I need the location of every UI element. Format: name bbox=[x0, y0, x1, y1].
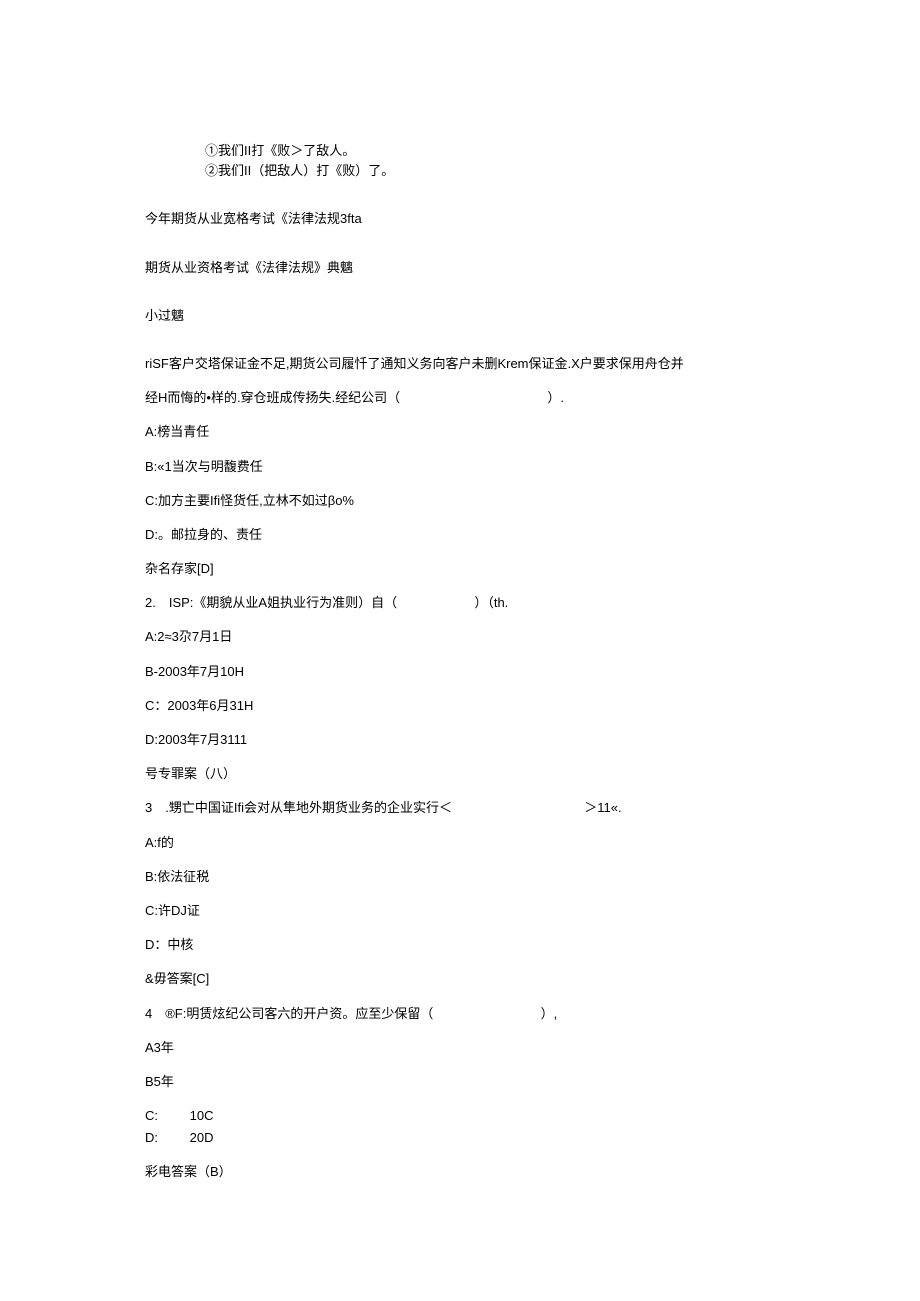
q3-stem: 3 .甥亡中国证Ifi会对从隼地外期货业务的企业实行＜ ＞11«. bbox=[145, 799, 775, 817]
intro-block: ①我们II打《败＞了敌人。 ②我们II（把敌人）打《败）了。 bbox=[205, 142, 775, 180]
q3-option-c: C:许DJ证 bbox=[145, 902, 775, 920]
q1-stem-line2: 经H而悔的•样的.穿仓班成传扬失.经纪公司（ ）. bbox=[145, 389, 775, 407]
title-1: 今年期货从业宽格考试《法律法规3fta bbox=[145, 210, 775, 228]
q1-option-c: C:加方主要Ifi怪货任,立林不如过βo% bbox=[145, 492, 775, 510]
q2-stem-a: 2. ISP:《期貌从业A姐执业行为准则）自（ bbox=[145, 595, 397, 610]
q4-stem-a: 4 ®F:明赁炫纪公司客六的开户资。应至少保留（ bbox=[145, 1006, 433, 1021]
q4-d-value: 20D bbox=[190, 1129, 214, 1147]
q1-stem-a: 经H而悔的•样的.穿仓班成传扬失.经纪公司（ bbox=[145, 390, 400, 405]
title-2: 期货从业资格考试《法律法规》典魑 bbox=[145, 259, 775, 277]
q1-option-d: D:。邮拉身的、责任 bbox=[145, 526, 775, 544]
q2-option-c: C：2003年6月31H bbox=[145, 697, 775, 715]
q3-option-b: B:依法征税 bbox=[145, 868, 775, 886]
q2-answer: 号专罪案（八） bbox=[145, 765, 775, 783]
q2-option-a: A:2≈3尕7月1日 bbox=[145, 628, 775, 646]
q2-stem: 2. ISP:《期貌从业A姐执业行为准则）自（ ）（th. bbox=[145, 594, 775, 612]
document-body: ①我们II打《败＞了敌人。 ②我们II（把敌人）打《败）了。 今年期货从业宽格考… bbox=[0, 0, 920, 1258]
q4-stem: 4 ®F:明赁炫纪公司客六的开户资。应至少保留（ ）, bbox=[145, 1005, 775, 1023]
intro-line-1: ①我们II打《败＞了敌人。 bbox=[205, 142, 775, 160]
q4-answer: 彩电答案（B） bbox=[145, 1163, 775, 1181]
q4-c-label: C: bbox=[145, 1107, 158, 1125]
q4-option-c: C: 10C bbox=[145, 1107, 775, 1125]
q4-option-d: D: 20D bbox=[145, 1129, 775, 1147]
q1-stem-b: ）. bbox=[547, 390, 564, 405]
section-heading: 小过魑 bbox=[145, 307, 775, 325]
intro-line-2: ②我们II（把敌人）打《败）了。 bbox=[205, 162, 775, 180]
q3-option-a: A:f的 bbox=[145, 834, 775, 852]
q4-c-value: 10C bbox=[190, 1107, 214, 1125]
q3-stem-b: ＞11«. bbox=[584, 800, 621, 815]
q4-d-label: D: bbox=[145, 1129, 158, 1147]
q2-stem-b: ）（th. bbox=[474, 595, 508, 610]
q1-option-b: B:«1当次与明馥费任 bbox=[145, 458, 775, 476]
q3-answer: &毋答案[C] bbox=[145, 970, 775, 988]
q2-option-b: B-2003年7月10H bbox=[145, 663, 775, 681]
q1-answer: 杂名存家[D] bbox=[145, 560, 775, 578]
q1-stem-line1: riSF客户交塔保证金不足,期货公司履忏了通知义务向客户未删Krem保证金.X户… bbox=[145, 355, 775, 373]
q2-option-d: D:2003年7月3111 bbox=[145, 731, 775, 749]
q3-option-d: D：中核 bbox=[145, 936, 775, 954]
q4-stem-b: ）, bbox=[541, 1006, 558, 1021]
q4-option-a: A3年 bbox=[145, 1039, 775, 1057]
q3-stem-a: 3 .甥亡中国证Ifi会对从隼地外期货业务的企业实行＜ bbox=[145, 800, 452, 815]
q4-option-b: B5年 bbox=[145, 1073, 775, 1091]
q1-option-a: A:榜当青任 bbox=[145, 423, 775, 441]
